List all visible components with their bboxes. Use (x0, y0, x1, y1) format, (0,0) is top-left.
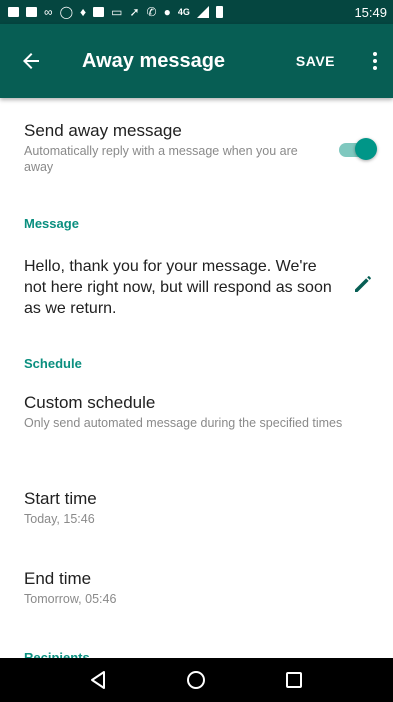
app-bar: Away message SAVE (0, 24, 393, 98)
message-section-header: Message (24, 216, 79, 231)
phone-icon: ✆ (146, 5, 157, 19)
custom-schedule-subtitle: Only send automated message during the s… (24, 416, 343, 430)
more-options-icon[interactable] (361, 41, 389, 81)
signal-icon (196, 6, 209, 18)
toggle-thumb (355, 138, 377, 160)
end-time-title: End time (24, 569, 92, 588)
network-type: 4G (177, 7, 190, 17)
recents-square-icon[interactable] (274, 662, 314, 698)
recipients-section-header: Recipients (24, 650, 90, 658)
arrow-icon: ➚ (129, 5, 140, 19)
status-icons: ∞ ◯ ♦ ▭ ➚ ✆ ● 4G (8, 6, 350, 18)
send-away-title: Send away message (24, 121, 182, 140)
end-time-value: Tomorrow, 05:46 (24, 592, 117, 606)
status-bar: ∞ ◯ ♦ ▭ ➚ ✆ ● 4G 15:49 (0, 0, 393, 24)
message-icon (8, 7, 19, 17)
image-icon (26, 7, 37, 17)
end-time-row[interactable]: End time Tomorrow, 05:46 (24, 568, 377, 607)
voicemail-icon: ∞ (44, 5, 53, 19)
save-button[interactable]: SAVE (296, 53, 335, 69)
back-arrow-icon[interactable] (18, 48, 44, 74)
start-time-title: Start time (24, 489, 97, 508)
custom-schedule-row[interactable]: Custom schedule Only send automated mess… (24, 392, 377, 431)
custom-schedule-title: Custom schedule (24, 393, 156, 412)
away-message-text[interactable]: Hello, thank you for your message. We're… (24, 256, 334, 319)
start-time-value: Today, 15:46 (24, 512, 95, 526)
whatsapp-icon: ◯ (59, 5, 73, 19)
battery-icon (215, 6, 223, 18)
schedule-section-header: Schedule (24, 356, 82, 371)
home-circle-icon[interactable] (176, 662, 216, 698)
minus-circle-icon: ● (163, 5, 171, 19)
start-time-row[interactable]: Start time Today, 15:46 (24, 488, 377, 527)
edit-pencil-icon[interactable] (349, 270, 377, 298)
send-away-row[interactable]: Send away message Automatically reply wi… (24, 120, 313, 175)
status-time: 15:49 (354, 4, 387, 20)
cast-icon: ▭ (111, 5, 123, 19)
page-title: Away message (82, 49, 226, 72)
mic-icon: ♦ (80, 5, 87, 19)
back-triangle-icon[interactable] (79, 662, 119, 698)
send-away-subtitle: Automatically reply with a message when … (24, 144, 298, 174)
send-away-toggle[interactable] (337, 138, 377, 162)
nav-bar (0, 658, 393, 702)
box-icon (93, 7, 105, 17)
settings-content: Send away message Automatically reply wi… (0, 98, 393, 658)
